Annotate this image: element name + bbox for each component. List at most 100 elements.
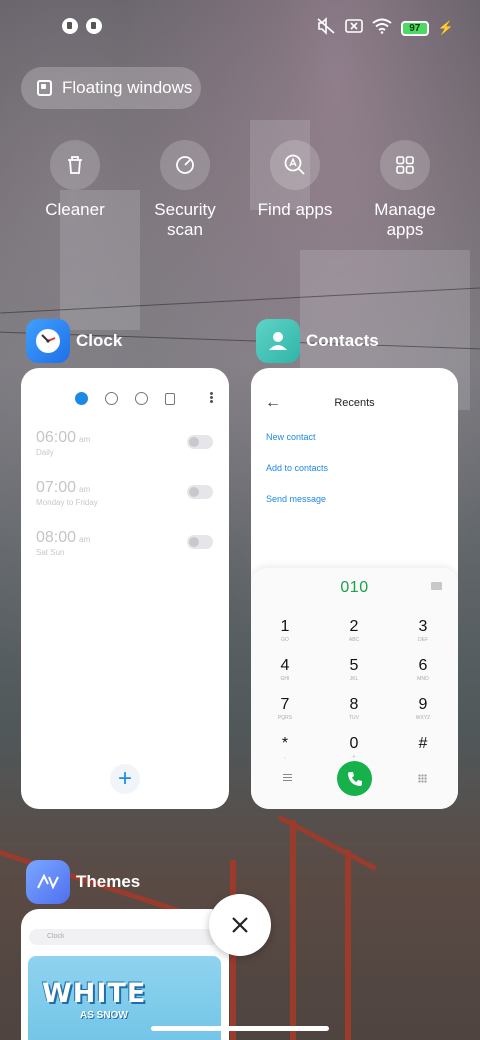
key-letters: WXYZ (415, 715, 431, 721)
clock-app-icon (26, 319, 70, 363)
dial-key-3[interactable]: 3 DEF (403, 619, 443, 644)
backspace-icon[interactable] (431, 582, 442, 590)
key-letters: + (352, 754, 356, 760)
alarm-time: 08:00 (36, 529, 77, 546)
no-sim-icon (345, 18, 363, 38)
banner-title: WHITE (42, 978, 147, 1009)
key-letters: TUV (349, 715, 359, 721)
clear-all-button[interactable] (209, 894, 271, 956)
floating-window-icon (37, 80, 52, 96)
find-apps-label: Find apps (257, 200, 333, 219)
cleaner-button[interactable]: Cleaner (20, 140, 130, 240)
security-scan-button[interactable]: Security scan (130, 140, 240, 240)
timer-tab-icon[interactable] (165, 392, 175, 405)
dial-key-6[interactable]: 6 MNO (403, 657, 443, 683)
cleaner-label: Cleaner (45, 200, 105, 219)
themes-app-header[interactable]: Themes (26, 860, 140, 904)
call-button[interactable] (337, 761, 372, 796)
stopwatch-tab-icon[interactable] (135, 392, 148, 405)
dial-key-8[interactable]: 8 TUV (334, 697, 374, 722)
alarm-time: 06:00 (36, 429, 77, 446)
clock-app-header[interactable]: Clock (26, 319, 122, 363)
send-message-link[interactable]: Send message (266, 494, 326, 504)
contacts-app-name: Contacts (306, 331, 379, 350)
dial-key-hash[interactable]: # (403, 736, 443, 754)
key-digit: 6 (418, 657, 428, 674)
dial-key-2[interactable]: 2 ABC (334, 619, 374, 644)
key-digit: 0 (349, 735, 359, 752)
alarm-ampm: am (79, 535, 91, 544)
dial-key-4[interactable]: 4 GHI (265, 657, 305, 683)
alarm-tab-icon[interactable] (75, 392, 88, 405)
search-apps-icon (270, 140, 320, 190)
key-letters: PQRS (277, 715, 293, 721)
banner-subtitle: AS SNOW (80, 1010, 128, 1021)
key-digit: * (281, 735, 289, 752)
alarm-toggle[interactable] (187, 485, 213, 499)
key-letters: ABC (348, 637, 360, 643)
themes-app-icon (26, 860, 70, 904)
themes-app-card[interactable]: Clock WHITE AS SNOW (21, 909, 229, 1040)
add-alarm-button[interactable]: + (110, 764, 140, 794)
alarm-repeat: Daily (36, 448, 54, 457)
floating-windows-label: Floating windows (62, 78, 193, 97)
manage-apps-button[interactable]: Manage apps (350, 140, 460, 240)
key-letters: MNO (417, 676, 429, 682)
dial-key-7[interactable]: 7 PQRS (265, 696, 305, 722)
dial-key-1[interactable]: 1 GO (265, 618, 305, 644)
key-letters: DEF (418, 637, 428, 643)
clock-app-card[interactable]: 06:00 am Daily 07:00 am Monday to Friday 0… (21, 368, 229, 809)
clock-app-name: Clock (76, 331, 123, 350)
key-digit: 4 (280, 657, 290, 674)
key-digit: # (418, 735, 428, 752)
dial-key-star[interactable]: *, (265, 735, 305, 761)
notification-icon (86, 18, 102, 34)
trash-icon (50, 140, 100, 190)
grid-icon (380, 140, 430, 190)
alarm-repeat: Monday to Friday (36, 498, 98, 507)
dialpad: 010 1 GO 2 ABC 3 DEF 4 GHI 5 JKL 6 MNO 7 PQRS 8… (251, 568, 458, 809)
contacts-app-header[interactable]: Contacts (256, 319, 379, 363)
more-options-icon[interactable] (210, 396, 213, 399)
alarm-toggle[interactable] (187, 435, 213, 449)
shield-scan-icon (160, 140, 210, 190)
dial-key-0[interactable]: 0 + (334, 735, 374, 761)
key-letters: GHI (280, 676, 290, 682)
home-indicator[interactable] (151, 1026, 329, 1031)
alarm-time: 07:00 (36, 479, 77, 496)
dialed-number: 010 (340, 579, 369, 596)
clock-tab-icon[interactable] (105, 392, 118, 405)
quick-actions: Cleaner Security scan Find apps Manage a… (20, 140, 460, 240)
alarm-ampm: am (79, 435, 91, 444)
floating-windows-button[interactable]: Floating windows (21, 67, 201, 109)
menu-icon[interactable] (283, 774, 292, 781)
themes-search-field[interactable]: Clock (29, 929, 219, 945)
contacts-app-icon (256, 319, 300, 363)
phone-icon (347, 771, 362, 786)
wifi-icon (372, 18, 392, 38)
find-apps-button[interactable]: Find apps (240, 140, 350, 240)
security-scan-label: Security scan (154, 200, 216, 239)
alarm-toggle[interactable] (187, 535, 213, 549)
themes-app-name: Themes (76, 872, 141, 891)
clock-tabs (75, 392, 175, 405)
contacts-title: Recents (334, 397, 375, 409)
battery-icon: 97 (400, 20, 429, 36)
add-to-contacts-link[interactable]: Add to contacts (266, 463, 328, 473)
manage-apps-label: Manage apps (374, 200, 436, 239)
mute-icon (316, 17, 336, 39)
charging-icon: ⚡ (437, 20, 454, 35)
new-contact-link[interactable]: New contact (266, 432, 316, 442)
status-bar: 97 ⚡ (0, 0, 480, 56)
dial-key-9[interactable]: 9 WXYZ (403, 696, 443, 722)
dial-key-5[interactable]: 5 JKL (334, 658, 374, 683)
key-letters: GO (281, 637, 289, 643)
key-letters: , (284, 754, 286, 760)
notification-icon (62, 18, 78, 34)
key-digit: 7 (280, 696, 290, 713)
alarm-repeat: Sat Sun (36, 548, 65, 557)
key-digit: 9 (418, 696, 428, 713)
keypad-icon[interactable] (418, 774, 427, 783)
contacts-app-card[interactable]: ← Recents New contact Add to contacts Se… (251, 368, 458, 809)
key-digit: 1 (280, 618, 290, 635)
